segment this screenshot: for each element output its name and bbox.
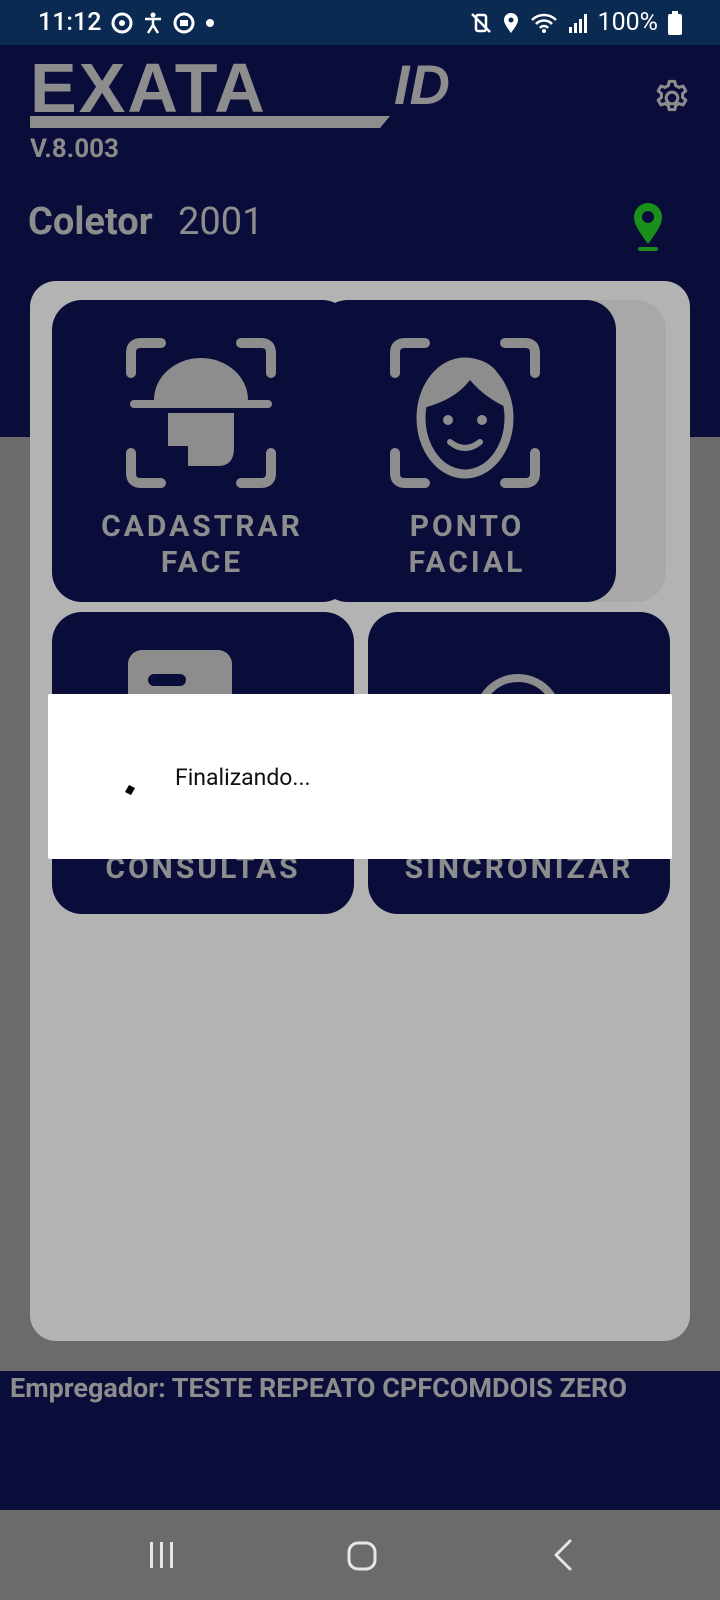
coletor-label: Coletor [28,200,153,244]
battery-percent: 100% [597,8,658,37]
signal-icon [568,13,587,33]
sync-circle-icon [111,12,133,33]
status-time: 11:12 [38,8,102,37]
dialog-message: Finalizando... [175,764,311,791]
status-right-icons: 100% [470,8,682,37]
svg-text:ID: ID [394,54,450,116]
tile-cadastrar-face-line1: CADASTRAR [101,509,303,544]
employer-label: Empregador: TESTE REPEATO CPFCOMDOIS ZER… [10,1372,627,1404]
tile-ponto-facial[interactable]: PONTO FACIAL [318,300,616,602]
loading-spinner-icon [125,785,135,795]
battery-icon [668,10,682,35]
exata-id-logo: EXATA ID [30,54,450,128]
app-version: V.8.003 [30,134,119,164]
tile-cadastrar-face-line2: FACE [160,545,244,580]
progress-dialog: Finalizando... [48,694,672,859]
vibrate-mute-icon [470,12,491,33]
tile-cadastrar-face[interactable]: CADASTRAR FACE [52,300,352,602]
accessibility-icon [145,12,162,34]
face-scan-icon [126,338,276,488]
coletor-value: 2001 [178,200,264,244]
back-icon[interactable] [552,1538,574,1572]
dot-icon [206,18,215,27]
face-recognition-icon [390,338,540,488]
home-icon[interactable] [346,1540,378,1572]
settings-gear-icon[interactable] [652,78,692,118]
location-pin-icon[interactable] [630,200,666,252]
status-left-icons [111,12,215,34]
system-nav-bar [0,1510,720,1600]
camera-lock-icon [173,12,195,33]
recent-apps-icon[interactable] [148,1540,176,1570]
status-bar: 11:12 100% [0,0,720,45]
location-icon [503,12,518,33]
wifi-icon [530,13,557,33]
tile-ponto-facial-line2: FACIAL [408,545,526,580]
tile-ponto-facial-line1: PONTO [409,509,525,544]
